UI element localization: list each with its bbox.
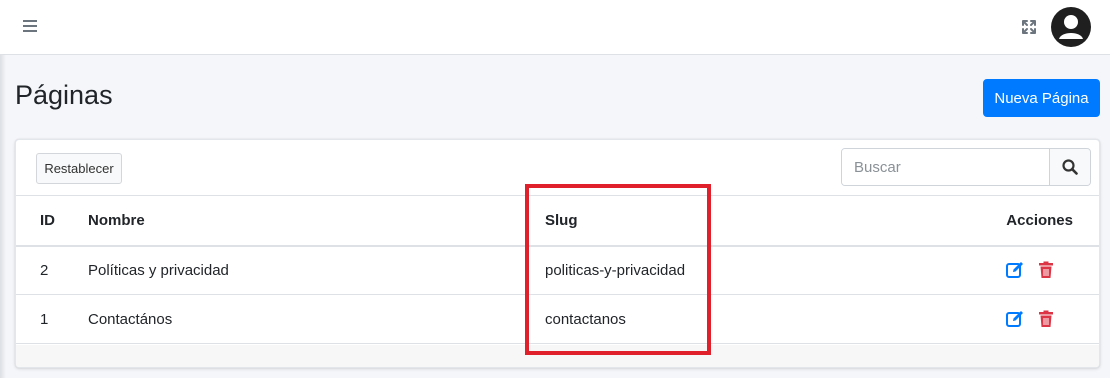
top-navbar [0,0,1110,55]
table-header-row: ID Nombre Slug Acciones [16,195,1099,247]
search-icon [1062,159,1078,175]
delete-icon[interactable] [1037,261,1055,279]
table-footer [16,345,1099,367]
page-title: Páginas [15,80,113,110]
search-input[interactable] [842,149,1049,185]
new-page-button[interactable]: Nueva Página [983,79,1100,117]
hamburger-icon[interactable] [23,20,37,33]
column-header-nombre[interactable]: Nombre [64,195,521,247]
search-group [841,148,1091,186]
row-id: 2 [16,245,64,295]
search-button[interactable] [1049,149,1090,185]
table-row: 2 Políticas y privacidad politicas-y-pri… [16,245,1099,295]
row-nombre: Políticas y privacidad [64,245,521,295]
table-row: 1 Contactános contactanos [16,294,1099,344]
edit-icon[interactable] [1005,310,1024,328]
user-avatar-icon[interactable] [1051,7,1091,47]
pages-card: Restablecer ID Nombre Slug Acciones 2 Po… [15,139,1100,368]
edit-icon[interactable] [1005,261,1024,279]
reset-button[interactable]: Restablecer [36,153,122,184]
delete-icon[interactable] [1037,310,1055,328]
row-slug: contactanos [521,294,951,344]
row-nombre: Contactános [64,294,521,344]
row-actions [951,294,1099,344]
pages-table: ID Nombre Slug Acciones 2 Políticas y pr… [16,195,1099,344]
column-header-slug[interactable]: Slug [521,195,951,247]
column-header-id[interactable]: ID [16,195,64,247]
row-id: 1 [16,294,64,344]
sidebar-edge [0,0,6,378]
column-header-acciones: Acciones [951,195,1099,247]
expand-icon[interactable] [1021,19,1037,35]
row-slug: politicas-y-privacidad [521,245,951,295]
row-actions [951,245,1099,295]
